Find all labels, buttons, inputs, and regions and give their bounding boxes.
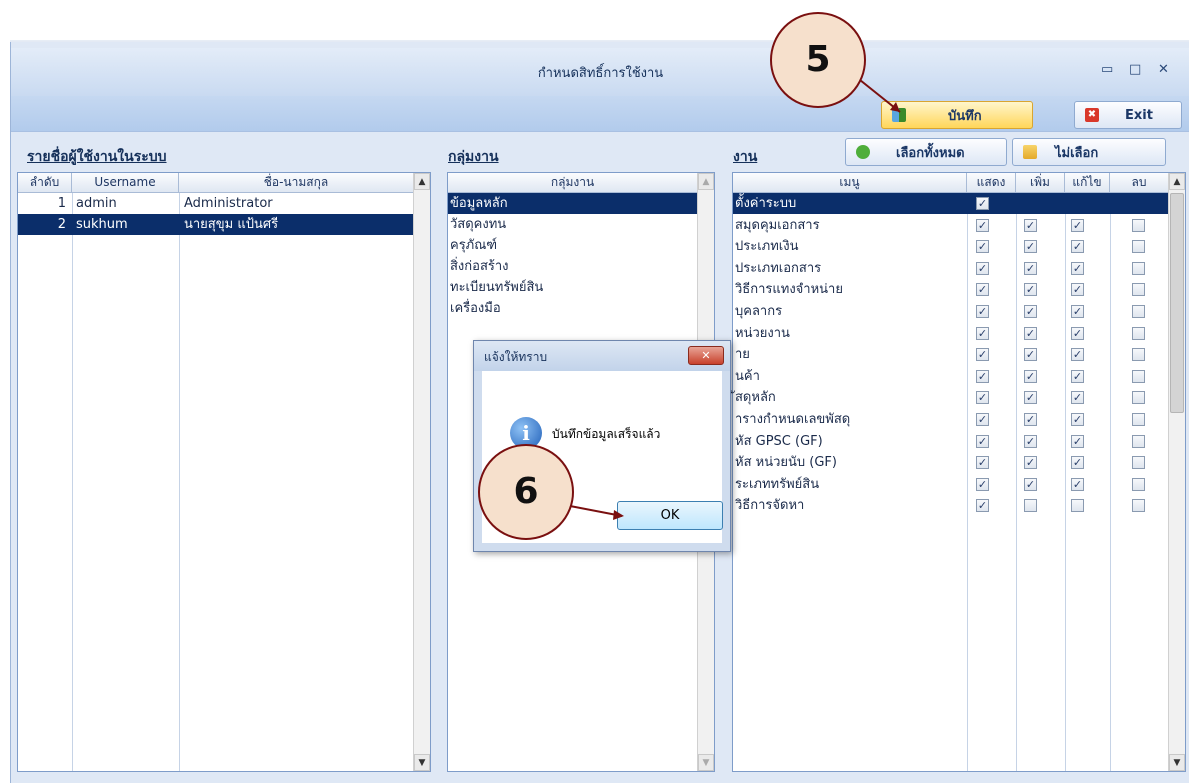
arrow-to-ok-head: [613, 510, 624, 520]
arrow-to-save-head: [890, 102, 900, 112]
callout-arrows: [569, 79, 901, 520]
